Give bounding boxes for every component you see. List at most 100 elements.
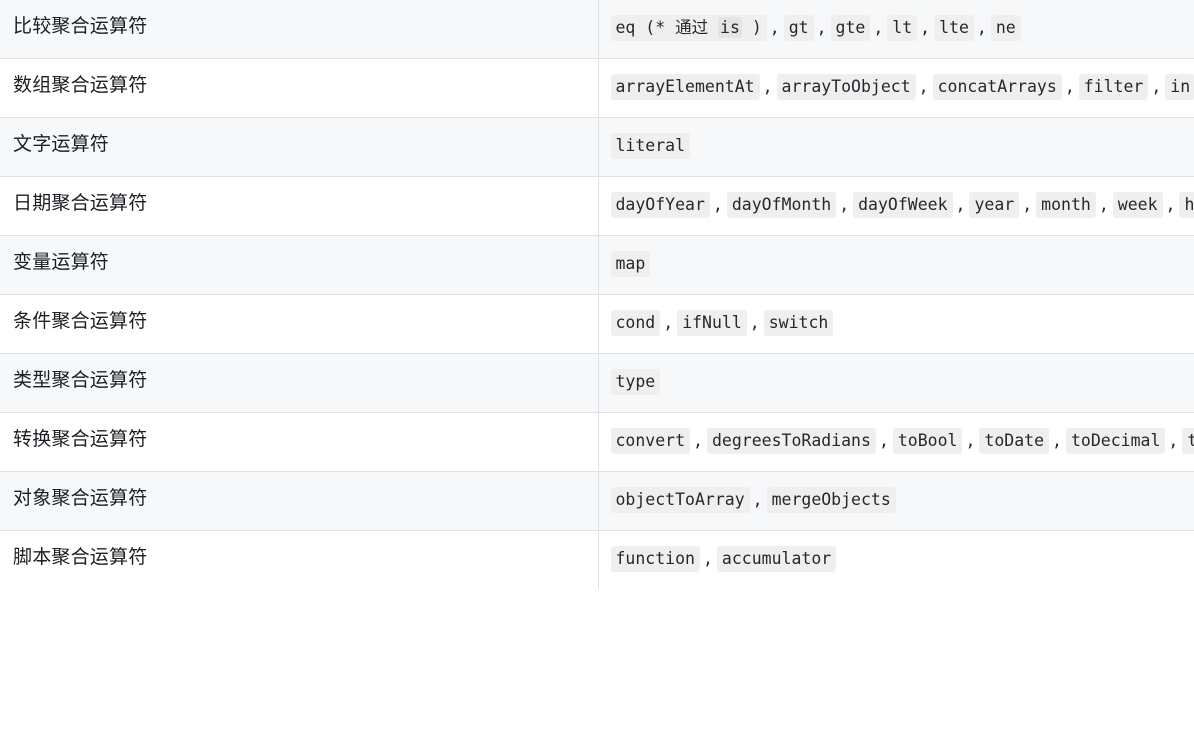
- operator-chip[interactable]: ne: [990, 15, 1021, 41]
- operator-chip[interactable]: hour: [1179, 192, 1194, 218]
- operator-chip[interactable]: dayOfWeek: [853, 192, 953, 218]
- operator-chip-flow: type: [610, 369, 661, 395]
- table-row: 文字运算符 literal: [0, 117, 1194, 177]
- operator-chip-flow: arrayElementAt, arrayToObject, concatArray…: [610, 74, 1194, 100]
- chip-separator: ,: [1022, 195, 1033, 214]
- chip-separator: ,: [752, 490, 763, 509]
- operator-chip[interactable]: gt: [783, 15, 814, 41]
- chip-separator: ,: [918, 77, 929, 96]
- operator-chip-flow: objectToArray, mergeObjects: [610, 487, 896, 513]
- aggregation-operators-table: 比较聚合运算符 eq (* 通过 is ), gt, gte, lt, lte, ne 数组聚…: [0, 0, 1194, 589]
- operator-list-cell: cond, ifNull, switch: [598, 295, 1194, 354]
- table-row: 条件聚合运算符 cond, ifNull, switch: [0, 294, 1194, 354]
- operator-category-label: 日期聚合运算符: [0, 176, 599, 236]
- operator-chip[interactable]: ifNull: [677, 310, 747, 336]
- operator-list-cell: arrayElementAt, arrayToObject, concatArray…: [598, 59, 1194, 118]
- operator-chip[interactable]: objectToArray: [610, 487, 750, 513]
- operator-chip-flow: map: [610, 251, 651, 277]
- chip-separator: ,: [749, 313, 760, 332]
- chip-inner-code: is: [718, 17, 742, 38]
- table-row: 对象聚合运算符 objectToArray, mergeObjects: [0, 471, 1194, 531]
- operator-chip[interactable]: accumulator: [716, 546, 837, 572]
- chip-separator: ,: [965, 431, 976, 450]
- operator-reference-page: 比较聚合运算符 eq (* 通过 is ), gt, gte, lt, lte, ne 数组聚…: [0, 0, 1194, 754]
- operator-category-label: 条件聚合运算符: [0, 294, 599, 354]
- operator-chip[interactable]: cond: [610, 310, 661, 336]
- operator-list-cell: type: [598, 354, 1194, 413]
- chip-code-text: ): [741, 18, 762, 37]
- table-body: 比较聚合运算符 eq (* 通过 is ), gt, gte, lt, lte, ne 数组聚…: [0, 0, 1194, 589]
- operator-list-cell: convert, degreesToRadians, toBool, toDate, t…: [598, 413, 1194, 472]
- operator-list-cell: map: [598, 236, 1194, 295]
- table-row: 脚本聚合运算符 function, accumulator: [0, 530, 1194, 590]
- table-row: 比较聚合运算符 eq (* 通过 is ), gt, gte, lt, lte, ne: [0, 0, 1194, 59]
- operator-chip-flow: dayOfYear, dayOfMonth, dayOfWeek, year, mont…: [610, 192, 1194, 218]
- operator-chip[interactable]: lte: [934, 15, 974, 41]
- operator-chip[interactable]: dayOfMonth: [726, 192, 837, 218]
- operator-chip[interactable]: type: [610, 369, 661, 395]
- table-row: 类型聚合运算符 type: [0, 353, 1194, 413]
- operator-list-cell: dayOfYear, dayOfMonth, dayOfWeek, year, mont…: [598, 177, 1194, 236]
- operator-chip[interactable]: function: [610, 546, 700, 572]
- operator-chip[interactable]: year: [969, 192, 1020, 218]
- chip-separator: ,: [873, 18, 884, 37]
- chip-cjk-text: 通过: [675, 18, 709, 37]
- chip-code-text: [708, 18, 718, 37]
- chip-separator: ,: [920, 18, 931, 37]
- operator-category-label: 数组聚合运算符: [0, 58, 599, 118]
- operator-category-label: 类型聚合运算符: [0, 353, 599, 413]
- operator-category-label: 转换聚合运算符: [0, 412, 599, 472]
- operator-chip[interactable]: degreesToRadians: [706, 428, 876, 454]
- operator-category-label: 文字运算符: [0, 117, 599, 177]
- operator-chip[interactable]: dayOfYear: [610, 192, 710, 218]
- operator-chip[interactable]: literal: [610, 133, 691, 159]
- operator-chip[interactable]: concatArrays: [932, 74, 1062, 100]
- chip-separator: ,: [816, 18, 827, 37]
- chip-separator: ,: [1151, 77, 1162, 96]
- chip-separator: ,: [955, 195, 966, 214]
- operator-list-cell: objectToArray, mergeObjects: [598, 472, 1194, 531]
- operator-list-cell: eq (* 通过 is ), gt, gte, lt, lte, ne: [598, 0, 1194, 59]
- operator-chip[interactable]: month: [1036, 192, 1096, 218]
- operator-category-label: 对象聚合运算符: [0, 471, 599, 531]
- operator-list-cell: literal: [598, 118, 1194, 177]
- operator-chip[interactable]: arrayElementAt: [610, 74, 760, 100]
- chip-separator: ,: [663, 313, 674, 332]
- operator-chip[interactable]: gte: [830, 15, 871, 41]
- chip-separator: ,: [976, 18, 987, 37]
- operator-chip[interactable]: convert: [610, 428, 691, 454]
- operator-category-label: 比较聚合运算符: [0, 0, 599, 59]
- operator-chip[interactable]: toDate: [979, 428, 1050, 454]
- chip-separator: ,: [1165, 195, 1176, 214]
- operator-chip[interactable]: week: [1112, 192, 1163, 218]
- operator-chip-flow: convert, degreesToRadians, toBool, toDate, t…: [610, 428, 1194, 454]
- operator-chip-flow: cond, ifNull, switch: [610, 310, 834, 336]
- chip-separator: ,: [702, 549, 713, 568]
- operator-category-label: 脚本聚合运算符: [0, 530, 599, 589]
- operator-chip[interactable]: switch: [763, 310, 834, 336]
- chip-separator: ,: [1168, 431, 1179, 450]
- operator-chip[interactable]: arrayToObject: [776, 74, 916, 100]
- operator-chip[interactable]: mergeObjects: [766, 487, 896, 513]
- operator-chip[interactable]: in: [1165, 74, 1194, 100]
- operator-chip[interactable]: filter: [1078, 74, 1149, 100]
- operator-list-cell: function, accumulator: [598, 531, 1194, 590]
- chip-separator: ,: [769, 18, 780, 37]
- chip-separator: ,: [1098, 195, 1109, 214]
- operator-category-label: 变量运算符: [0, 235, 599, 295]
- operator-chip[interactable]: toDecimal: [1065, 428, 1166, 454]
- operator-chip[interactable]: toDouble: [1182, 428, 1194, 454]
- operator-chip[interactable]: lt: [887, 15, 918, 41]
- chip-separator: ,: [878, 431, 889, 450]
- operator-chip[interactable]: eq (* 通过 is ): [610, 15, 767, 41]
- table-row: 数组聚合运算符 arrayElementAt, arrayToObject, conc…: [0, 58, 1194, 118]
- table-row: 转换聚合运算符 convert, degreesToRadians, toBool, t…: [0, 412, 1194, 472]
- operator-chip-flow: literal: [610, 133, 691, 159]
- operator-chip-flow: eq (* 通过 is ), gt, gte, lt, lte, ne: [610, 15, 1021, 41]
- operator-chip-flow: function, accumulator: [610, 546, 837, 572]
- chip-separator: ,: [1052, 431, 1062, 450]
- operator-chip[interactable]: map: [610, 251, 651, 277]
- chip-separator: ,: [712, 195, 723, 214]
- operator-chip[interactable]: toBool: [892, 428, 963, 454]
- chip-separator: ,: [1064, 77, 1075, 96]
